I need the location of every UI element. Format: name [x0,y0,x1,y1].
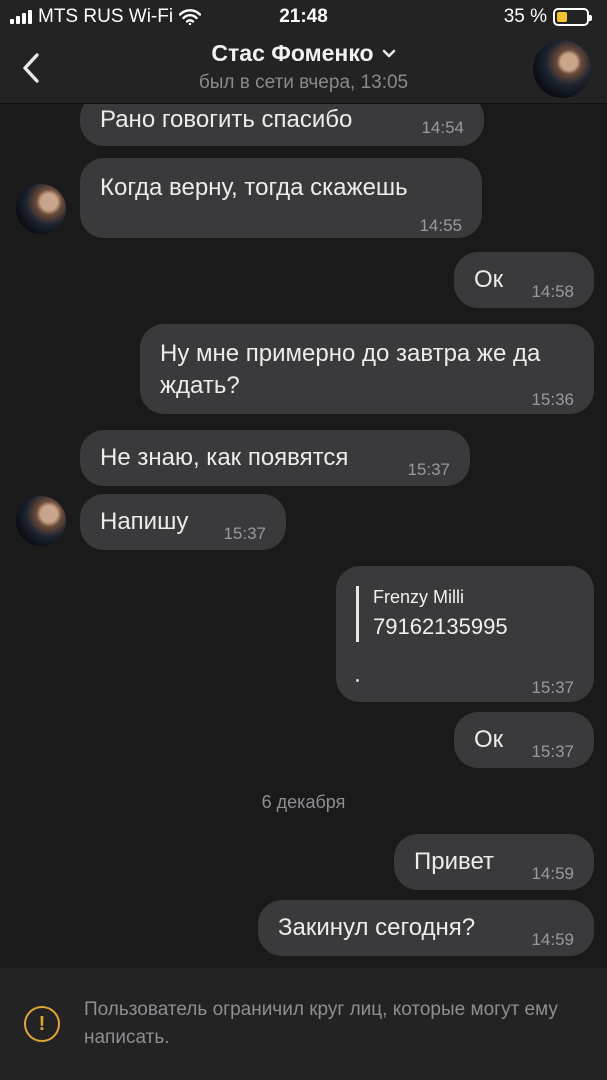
battery-percent: 35 % [503,6,547,27]
message-time: 14:58 [531,282,574,301]
restriction-banner: ! Пользователь ограничил круг лиц, котор… [0,968,607,1080]
status-bar: MTS RUS Wi-Fi 21:48 35 % [0,0,607,34]
battery-fill [557,12,567,22]
message-incoming[interactable]: Рано говогить спасибо 14:54 [80,104,484,146]
message-time: 14:54 [421,118,464,137]
chat-header: Стас Фоменко был в сети вчера, 13:05 [0,34,607,104]
contact-avatar[interactable] [533,40,591,98]
message-text: Ок [474,726,504,753]
status-left: MTS RUS Wi-Fi [10,6,202,28]
message-text: Напишу [100,508,189,535]
sender-avatar[interactable] [16,496,66,546]
contact-name: Стас Фоменко [211,40,374,66]
message-list[interactable]: Рано говогить спасибо 14:54 Когда верну,… [0,104,607,968]
chevron-down-icon [382,49,395,57]
message-extra-text [356,679,359,682]
sender-avatar[interactable] [16,184,66,234]
contact-name-row[interactable]: Стас Фоменко [211,40,395,67]
message-text: Когда верну, тогда скажешь [100,174,408,201]
contact-info[interactable]: Стас Фоменко был в сети вчера, 13:05 [0,40,607,94]
message-text: Привет [414,848,495,875]
message-incoming[interactable]: Не знаю, как появятся 15:37 [80,430,470,486]
carrier-label: MTS RUS Wi-Fi [38,6,174,27]
wifi-icon [179,9,202,25]
message-outgoing[interactable]: Ну мне примерно до завтра же да ждать? 1… [140,324,594,414]
restriction-text: Пользователь ограничил круг лиц, которые… [84,999,558,1048]
message-time: 14:59 [531,864,574,883]
message-time: 15:37 [407,460,450,479]
message-text: Закинул сегодня? [278,914,476,941]
message-time: 15:37 [531,742,574,761]
message-text: Рано говогить спасибо [100,106,353,133]
forwarded-contact-phone[interactable]: 79162135995 [373,612,508,642]
message-time: 15:37 [223,524,266,543]
message-text: Ну мне примерно до завтра же да ждать? [160,340,541,399]
cellular-signal-icon [10,10,32,24]
message-incoming[interactable]: Когда верну, тогда скажешь 14:55 [80,158,482,238]
message-outgoing[interactable]: Привет 14:59 [394,834,594,890]
battery-icon [553,8,592,26]
message-text: Ок [474,266,504,293]
status-right: 35 % [503,6,592,28]
message-time: 14:55 [419,216,462,235]
message-text: Не знаю, как появятся [100,444,349,471]
message-time: 15:37 [531,678,574,697]
message-outgoing[interactable]: Ок 14:58 [454,252,594,308]
message-outgoing[interactable]: Ок 15:37 [454,712,594,768]
message-time: 14:59 [531,930,574,949]
exclamation-circle-icon: ! [24,1006,60,1042]
date-separator: 6 декабря [261,792,346,812]
forwarded-contact[interactable]: Frenzy Milli 79162135995 [356,586,508,642]
message-outgoing-contact[interactable]: Frenzy Milli 79162135995 15:37 [336,566,594,702]
message-incoming[interactable]: Напишу 15:37 [80,494,286,550]
last-seen-status: был в сети вчера, 13:05 [198,72,409,93]
message-time: 15:36 [531,390,574,409]
forwarded-contact-name: Frenzy Milli [373,587,465,607]
message-outgoing[interactable]: Закинул сегодня? 14:59 [258,900,594,956]
